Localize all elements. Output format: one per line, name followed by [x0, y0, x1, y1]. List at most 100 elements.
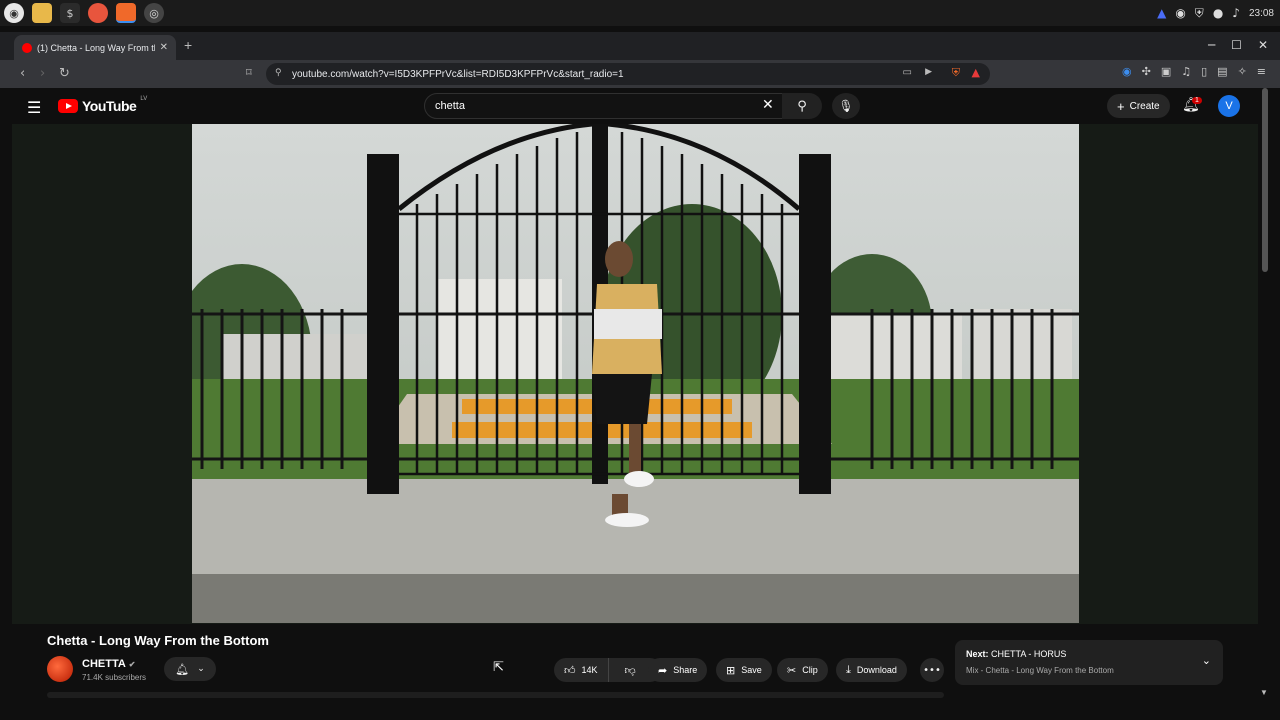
new-tab-button[interactable]: + — [184, 37, 192, 53]
thumbs-down-icon: 👎︎ — [624, 663, 636, 677]
expand-chevron-icon[interactable]: ⌄ — [1202, 654, 1211, 667]
chevron-down-icon: ⌄ — [197, 664, 205, 674]
youtube-wordmark: YouTube — [82, 98, 137, 114]
notification-count-badge: 1 — [1192, 97, 1202, 104]
like-count: 14K — [581, 665, 598, 675]
next-video-subtitle: Mix - Chetta - Long Way From the Bottom — [966, 666, 1114, 675]
scroll-down-arrow-icon[interactable]: ▼ — [1260, 688, 1268, 697]
close-window-icon[interactable]: ✕ — [1258, 38, 1268, 52]
browser-menu-icon[interactable]: ≡ — [1257, 65, 1266, 78]
mint-menu-icon[interactable]: ◉ — [4, 3, 24, 23]
thumbs-up-icon: 👍︎ — [564, 663, 576, 677]
os-taskbar: ◉ $ ◎ ▲ ◉ ⛨ ● ♪ 23:08 — [0, 0, 1280, 26]
screenshot-icon[interactable]: ▣ — [1161, 65, 1171, 78]
obs-icon[interactable]: ◉ — [1175, 6, 1185, 20]
extensions-puzzle-icon[interactable]: ✣ — [1142, 65, 1151, 78]
address-toolbar: ‹ › ↻ ⌑ ⚲ youtube.com/watch?v=I5D3KPFPrV… — [0, 60, 1280, 88]
next-video-title: Next: CHETTA - HORUS — [966, 649, 1066, 659]
description-box-edge — [47, 692, 944, 698]
clear-search-icon[interactable]: ✕ — [762, 97, 774, 113]
country-code: LV — [140, 96, 148, 102]
clock: 23:08 — [1248, 7, 1274, 19]
files-icon[interactable] — [32, 3, 52, 23]
chrome-icon[interactable]: ◎ — [144, 3, 164, 23]
video-title: Chetta - Long Way From the Bottom — [47, 633, 269, 648]
video-player[interactable] — [192, 124, 1079, 623]
url-text: youtube.com/watch?v=I5D3KPFPrVc&list=RDI… — [292, 68, 624, 80]
close-tab-icon[interactable]: ✕ — [160, 42, 168, 53]
search-button[interactable]: ⚲ — [782, 93, 822, 119]
more-actions-button[interactable]: ••• — [920, 658, 944, 682]
extension-blocker-icon[interactable]: ◉ — [1122, 65, 1132, 78]
browser-tab[interactable]: (1) Chetta - Long Way From the Bottom ✕ — [14, 35, 176, 60]
guide-menu-icon[interactable]: ☰ — [27, 98, 41, 117]
window-controls: ─ ☐ ✕ — [1208, 38, 1268, 52]
next-title: CHETTA - HORUS — [991, 649, 1067, 659]
download-button[interactable]: ⤓ Download — [836, 658, 907, 682]
page-scrollbar[interactable] — [1262, 88, 1268, 272]
bookmark-icon[interactable]: ⌑ — [246, 66, 252, 79]
share-arrow-icon: ➦ — [658, 663, 668, 677]
browser-tab-strip: (1) Chetta - Long Way From the Bottom ✕ … — [0, 32, 1280, 60]
wallet-icon[interactable]: ▤ — [1217, 65, 1227, 78]
create-label: Create — [1129, 100, 1160, 112]
create-button[interactable]: + Create — [1107, 94, 1170, 118]
brave-rewards-icon[interactable]: ▲ — [972, 66, 980, 79]
cast-icon[interactable]: ▭ — [903, 67, 912, 78]
search-query: chetta — [435, 100, 465, 112]
youtube-play-logo-icon — [58, 99, 78, 113]
url-bar[interactable]: ⚲ youtube.com/watch?v=I5D3KPFPrVc&list=R… — [266, 63, 990, 85]
firefox-icon[interactable] — [88, 3, 108, 23]
maximize-icon[interactable]: ☐ — [1231, 38, 1242, 52]
clip-button[interactable]: ✂ Clip — [777, 658, 828, 682]
share-button[interactable]: ➦ Share — [648, 658, 708, 682]
search-input[interactable]: chetta — [424, 93, 788, 119]
leo-ai-icon[interactable]: ✧ — [1238, 65, 1247, 78]
scissors-icon: ✂ — [787, 663, 797, 677]
channel-name: CHETTA — [82, 658, 126, 670]
mouse-cursor-icon: ⇱ — [493, 660, 504, 675]
plus-icon: + — [1117, 98, 1125, 114]
verified-badge-icon: ✔ — [128, 660, 136, 669]
next-video-card[interactable]: Next: CHETTA - HORUS Mix - Chetta - Long… — [955, 640, 1223, 685]
notification-tray-icon[interactable]: ● — [1213, 6, 1223, 20]
youtube-favicon-icon — [22, 42, 32, 53]
music-icon[interactable]: ♫ — [1181, 65, 1191, 78]
voice-search-button[interactable]: 🎙 — [832, 93, 860, 119]
channel-name-row[interactable]: CHETTA ✔ — [82, 658, 136, 670]
more-dots-icon: ••• — [923, 664, 941, 676]
forward-icon[interactable]: › — [40, 66, 45, 81]
microphone-icon: 🎙 — [838, 99, 854, 113]
vpn-icon[interactable]: ▲ — [1157, 6, 1166, 20]
play-media-icon[interactable]: ▶ — [925, 67, 932, 77]
brave-shields-icon[interactable]: ⛨ — [952, 66, 960, 80]
youtube-logo[interactable]: YouTube LV — [58, 96, 148, 114]
volume-icon[interactable]: ♪ — [1232, 6, 1240, 20]
back-icon[interactable]: ‹ — [20, 66, 25, 81]
youtube-header: ☰ YouTube LV chetta ✕ ⚲ 🎙 + Create 🔔︎ V — [0, 88, 1280, 124]
next-prefix: Next: — [966, 649, 989, 659]
site-info-icon[interactable]: ⚲ — [275, 67, 282, 78]
subscribed-notifications-button[interactable]: 🔔︎ ⌄ — [164, 657, 216, 681]
video-frame-image — [192, 124, 1079, 623]
save-playlist-icon: ⊞ — [726, 663, 736, 677]
avatar-letter: V — [1225, 100, 1233, 112]
save-label: Save — [741, 665, 762, 675]
shield-tray-icon[interactable]: ⛨ — [1195, 6, 1204, 21]
brave-icon[interactable] — [116, 3, 136, 23]
bell-ringing-icon: 🔔︎ — [175, 662, 190, 676]
sidebar-icon[interactable]: ▯ — [1201, 65, 1207, 78]
save-button[interactable]: ⊞ Save — [716, 658, 772, 682]
account-avatar[interactable]: V — [1218, 95, 1240, 117]
download-label: Download — [856, 665, 897, 675]
dislike-button[interactable]: 👎︎ — [615, 658, 646, 682]
like-button[interactable]: 👍︎ 14K — [554, 658, 609, 682]
subscriber-count: 71.4K subscribers — [82, 673, 147, 682]
channel-avatar[interactable] — [47, 656, 73, 682]
share-label: Share — [673, 665, 698, 675]
minimize-icon[interactable]: ─ — [1208, 38, 1215, 52]
reload-icon[interactable]: ↻ — [59, 66, 70, 81]
tab-title: (1) Chetta - Long Way From the Bottom — [37, 42, 155, 53]
terminal-icon[interactable]: $ — [60, 3, 80, 23]
download-icon: ⤓ — [846, 663, 851, 676]
